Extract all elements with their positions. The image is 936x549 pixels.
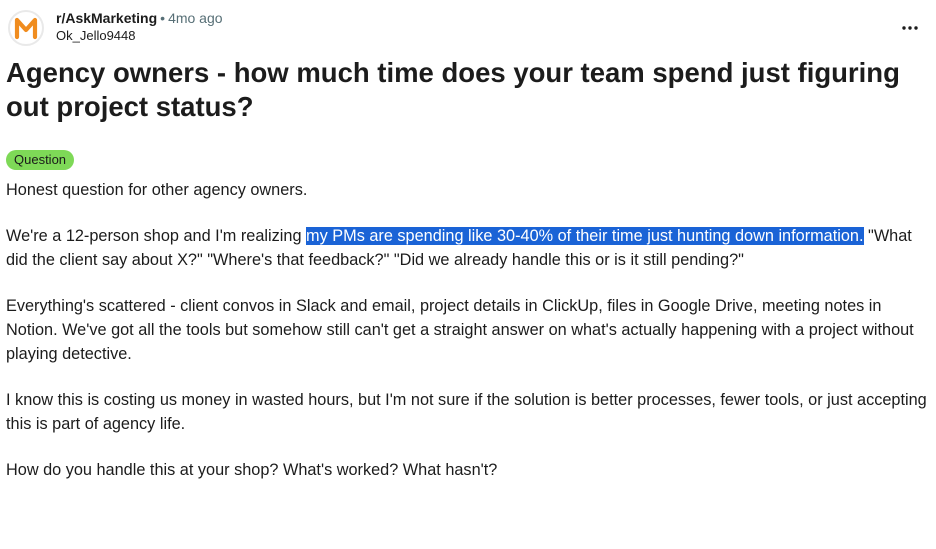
- post-age: 4mo ago: [168, 10, 223, 26]
- orange-m-logo-icon: [14, 17, 38, 40]
- paragraph: Honest question for other agency owners.: [6, 181, 308, 199]
- more-options-button[interactable]: [898, 16, 922, 40]
- post-flair[interactable]: Question: [6, 150, 75, 170]
- subreddit-link[interactable]: r/AskMarketing: [56, 10, 157, 26]
- author-link[interactable]: Ok_Jello9448: [56, 27, 223, 45]
- paragraph: I know this is costing us money in waste…: [6, 391, 927, 433]
- paragraph: How do you handle this at your shop? Wha…: [6, 461, 498, 479]
- post-title[interactable]: Agency owners - how much time does your …: [6, 56, 906, 124]
- post-body: Honest question for other agency owners.…: [6, 178, 932, 504]
- post-header: r/AskMarketing • 4mo ago Ok_Jello9448: [8, 8, 928, 48]
- more-options-icon: [902, 26, 918, 30]
- subreddit-avatar[interactable]: [8, 10, 44, 46]
- selected-text: my PMs are spending like 30-40% of their…: [306, 227, 864, 245]
- paragraph: We're a 12-person shop and I'm realizing…: [6, 224, 932, 272]
- meta-separator: •: [160, 10, 166, 26]
- post-meta: r/AskMarketing • 4mo ago Ok_Jello9448: [56, 10, 223, 45]
- paragraph-text: We're a 12-person shop and I'm realizing: [6, 227, 307, 245]
- paragraph: Everything's scattered - client convos i…: [6, 297, 914, 363]
